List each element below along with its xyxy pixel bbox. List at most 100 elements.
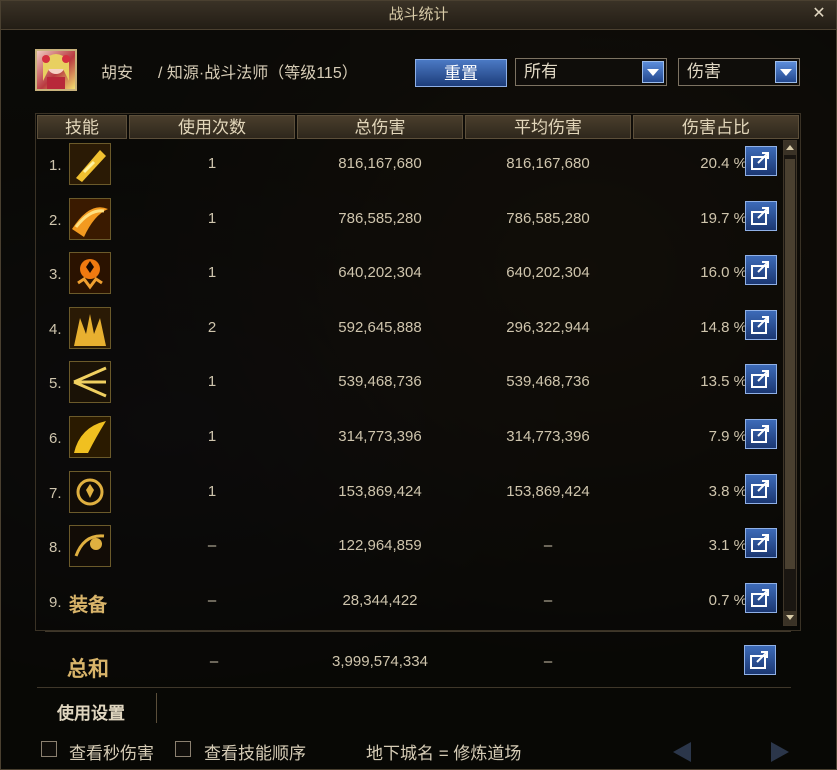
settings-divider	[37, 687, 791, 688]
row-total-damage: 28,344,422	[342, 591, 418, 609]
skill-order-label[interactable]: 查看技能顺序	[204, 739, 306, 764]
table-row: 6. 1 314,773,396 314,773,396 7.9 %	[37, 412, 781, 466]
row-damage-share: 19.7 %	[700, 209, 747, 227]
total-divider	[45, 631, 791, 632]
dungeon-name: 地下城名 = 修炼道场	[366, 744, 522, 763]
row-rank: 1.	[49, 157, 62, 174]
share-icon	[751, 206, 769, 225]
row-damage-share: 14.8 %	[700, 318, 747, 336]
row-avg-damage: 539,468,736	[506, 373, 590, 391]
character-description: / 知源·战斗法师（等级115）	[158, 65, 358, 82]
skill-8-icon[interactable]	[69, 525, 111, 568]
row-export-button[interactable]	[745, 528, 777, 559]
row-rank: 9.	[49, 593, 62, 611]
row-uses: 1	[207, 155, 217, 172]
row-export-button[interactable]	[745, 309, 777, 340]
share-icon	[751, 370, 769, 389]
column-header-total-damage[interactable]: 总伤害	[297, 115, 463, 139]
total-export-button[interactable]	[744, 645, 776, 675]
row-export-button[interactable]	[745, 146, 777, 176]
total-label: 总和	[67, 658, 109, 681]
column-header-damage-share[interactable]: 伤害占比	[633, 115, 799, 139]
table-row: 7. 1 153,869,424 153,869,424 3.8 %	[37, 467, 781, 521]
row-damage-share: 3.1 %	[708, 537, 747, 555]
row-total-damage: 314,773,396	[338, 428, 422, 445]
total-uses: –	[209, 653, 219, 670]
settings-separator	[156, 693, 157, 723]
row-export-button[interactable]	[745, 364, 777, 395]
metric-dropdown[interactable]: 伤害	[678, 58, 800, 86]
row-total-damage: 786,585,280	[338, 209, 422, 227]
scroll-down-arrow-icon[interactable]	[784, 611, 796, 625]
skill-1-icon[interactable]	[69, 143, 111, 185]
row-damage-share: 16.0 %	[700, 264, 747, 282]
row-avg-damage: –	[543, 591, 553, 609]
row-total-damage: 153,869,424	[338, 482, 422, 500]
filter-dropdown-value: 所有	[524, 62, 558, 81]
table-row: 8. – 122,964,859 – 3.1 %	[37, 521, 781, 575]
skill-5-icon[interactable]	[69, 361, 111, 404]
skill-4-icon[interactable]	[69, 306, 111, 349]
share-icon	[751, 315, 769, 334]
total-damage: 3,999,574,334	[332, 653, 428, 670]
total-avg-damage: –	[543, 653, 553, 670]
table-scrollbar[interactable]	[783, 140, 797, 626]
scroll-up-arrow-icon[interactable]	[784, 141, 796, 155]
row-damage-share: 13.5 %	[700, 373, 747, 391]
window-title: 战斗统计	[388, 6, 449, 23]
row-rank: 3.	[49, 266, 62, 284]
row-rank: 2.	[49, 211, 62, 229]
next-page-arrow-icon[interactable]	[771, 742, 789, 762]
row-total-damage: 122,964,859	[338, 537, 422, 555]
row-uses: –	[207, 537, 217, 555]
skill-3-icon[interactable]	[69, 252, 111, 295]
row-avg-damage: 816,167,680	[506, 155, 590, 172]
row-export-button[interactable]	[745, 582, 777, 613]
row-uses: 2	[207, 318, 217, 336]
table-row: 5. 1 539,468,736 539,468,736 13.5 %	[37, 357, 781, 411]
share-icon	[751, 261, 769, 280]
skill-6-icon[interactable]	[69, 416, 111, 458]
per-second-damage-label[interactable]: 查看秒伤害	[69, 739, 154, 764]
filter-dropdown[interactable]: 所有	[515, 58, 667, 86]
table-row: 3. 1 640,202,304 640,202,304 16.0 %	[37, 248, 781, 302]
reset-button[interactable]: 重置	[415, 59, 507, 87]
row-total-damage: 816,167,680	[338, 155, 422, 172]
equipment-label: 装备	[69, 594, 108, 616]
row-export-button[interactable]	[745, 200, 777, 231]
share-icon	[751, 479, 769, 498]
scroll-thumb[interactable]	[785, 159, 795, 569]
column-header-skill[interactable]: 技能	[37, 115, 127, 139]
chevron-down-icon[interactable]	[642, 61, 664, 83]
table-row: 2. 1 786,585,280 786,585,280 19.7 %	[37, 194, 781, 248]
skill-7-icon[interactable]	[69, 470, 111, 513]
share-icon	[751, 588, 769, 607]
row-avg-damage: –	[543, 537, 553, 555]
row-rank: 4.	[49, 320, 62, 338]
per-second-damage-checkbox[interactable]	[41, 741, 57, 757]
close-icon[interactable]: ✕	[810, 5, 828, 23]
row-uses: 1	[207, 264, 217, 282]
window-titlebar[interactable]: 战斗统计	[1, 1, 836, 30]
row-rank: 5.	[49, 375, 62, 393]
settings-tab[interactable]: 使用设置	[57, 699, 125, 724]
row-rank: 7.	[49, 484, 62, 502]
row-export-button[interactable]	[745, 255, 777, 286]
chevron-down-icon[interactable]	[775, 61, 797, 83]
row-export-button[interactable]	[745, 419, 777, 449]
row-uses: 1	[207, 482, 217, 500]
row-export-button[interactable]	[745, 473, 777, 504]
row-avg-damage: 314,773,396	[506, 428, 590, 445]
skill-order-checkbox[interactable]	[175, 741, 191, 757]
row-total-damage: 539,468,736	[338, 373, 422, 391]
row-total-damage: 640,202,304	[338, 264, 422, 282]
column-header-uses[interactable]: 使用次数	[129, 115, 295, 139]
metric-dropdown-value: 伤害	[687, 62, 721, 81]
table-row: 9. 装备 – 28,344,422 – 0.7 %	[37, 576, 781, 630]
column-header-avg-damage[interactable]: 平均伤害	[465, 115, 631, 139]
skill-2-icon[interactable]	[69, 197, 111, 240]
row-damage-share: 20.4 %	[700, 155, 747, 172]
character-avatar	[35, 49, 77, 91]
row-damage-share: 3.8 %	[708, 482, 747, 500]
prev-page-arrow-icon[interactable]	[673, 742, 691, 762]
